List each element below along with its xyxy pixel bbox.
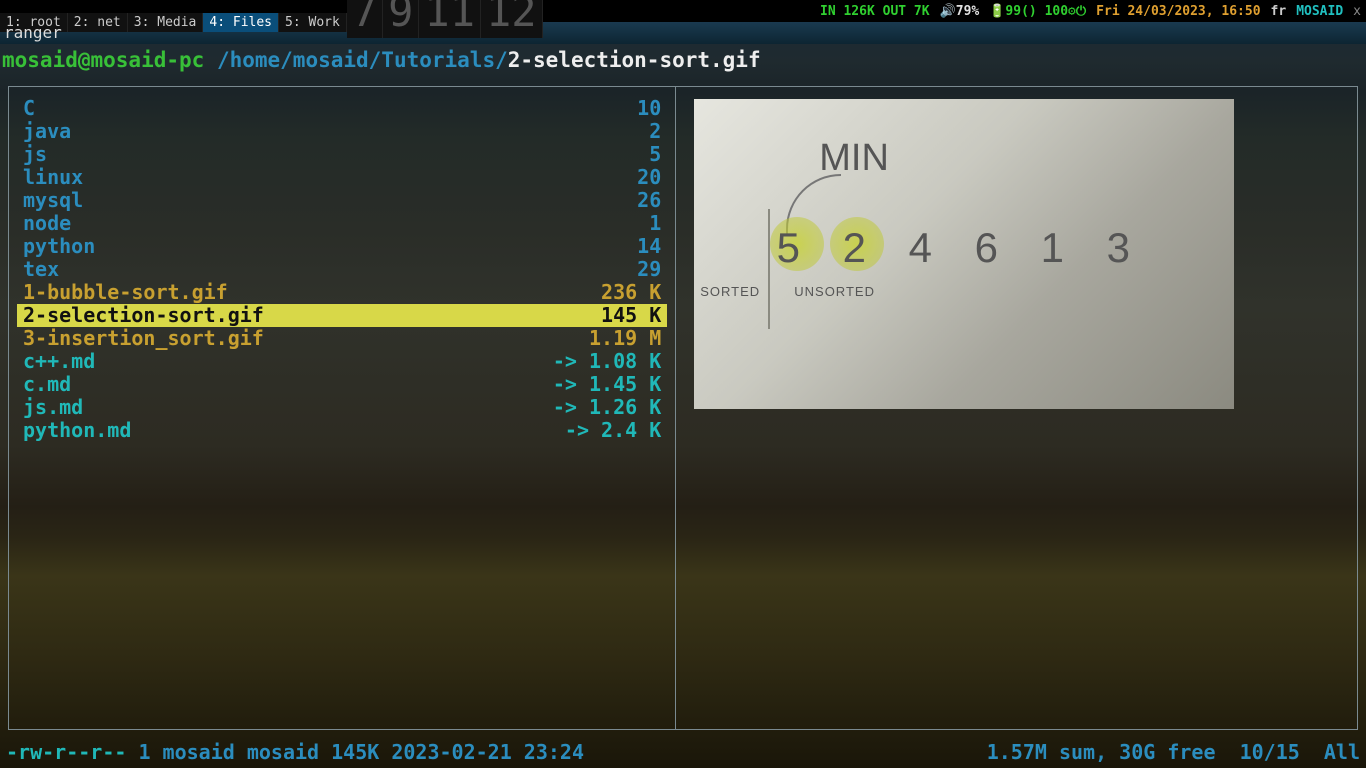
file-row[interactable]: c++.md-> 1.08 K [17,350,667,373]
net-status: IN 126K OUT 7K [815,4,935,19]
file-row[interactable]: java2 [17,120,667,143]
file-size: 2 [649,120,661,143]
path: /home/mosaid/Tutorials/ [204,48,507,72]
preview-image: MIN 524613 SORTED UNSORTED [694,99,1234,409]
workspace-tab[interactable]: 2: net [68,13,128,32]
battery-status: 🔋99() 100⚙⏻ [984,4,1091,19]
file-size: -> 2.4 K [565,419,661,442]
workspace-tab[interactable]: 11 [419,0,481,38]
workspace-tab[interactable]: 3: Media [128,13,204,32]
file-name: js.md [23,396,553,419]
file-name: java [23,120,649,143]
file-name: node [23,212,649,235]
file-name: python [23,235,637,258]
file-name: 1-bubble-sort.gif [23,281,601,304]
file-size: 20 [637,166,661,189]
file-size: 29 [637,258,661,281]
datetime: Fri 24/03/2023, 16:50 [1091,4,1265,19]
file-row[interactable]: linux20 [17,166,667,189]
ranger-panes: C10 java2 js5 linux20 mysql26 node1 pyth… [8,86,1358,730]
file-row[interactable]: c.md-> 1.45 K [17,373,667,396]
workspace-tab[interactable]: 9 [383,0,419,38]
file-name: C [23,97,637,120]
file-name: js [23,143,649,166]
file-name: c.md [23,373,553,396]
file-size: 10 [637,97,661,120]
keyboard-layout: fr [1266,4,1292,19]
file-row[interactable]: mysql26 [17,189,667,212]
file-row[interactable]: js5 [17,143,667,166]
current-file: 2-selection-sort.gif [508,48,761,72]
file-size: 14 [637,235,661,258]
userhost: mosaid@mosaid-pc [2,48,204,72]
unsorted-label: UNSORTED [794,284,875,299]
workspace-tab[interactable]: 12 [481,0,543,38]
preview-pane: MIN 524613 SORTED UNSORTED [676,87,1357,729]
file-row[interactable]: 1-bubble-sort.gif236 K [17,281,667,304]
volume-status: 🔊79% [935,4,985,19]
array-element: 1 [1030,224,1074,272]
workspace-list: 1: root2: net3: Media4: Files5: Work7911… [0,0,543,36]
file-size: 1 [649,212,661,235]
file-info: 1 mosaid mosaid 145K 2023-02-21 23:24 [126,740,584,764]
file-size: -> 1.08 K [553,350,661,373]
file-row[interactable]: 2-selection-sort.gif145 K [17,304,667,327]
file-size: 1.19 M [589,327,661,350]
hostname: MOSAID [1291,4,1348,19]
workspace-tab[interactable]: 5: Work [279,13,347,32]
file-row[interactable]: C10 [17,97,667,120]
file-size: 5 [649,143,661,166]
file-permissions: -rw-r--r-- [6,740,126,764]
status-bar: 1: root2: net3: Media4: Files5: Work7911… [0,0,1366,22]
array-element: 2 [832,224,876,272]
file-row[interactable]: python.md-> 2.4 K [17,419,667,442]
file-size: -> 1.45 K [553,373,661,396]
file-name: 2-selection-sort.gif [23,304,601,327]
array-element: 4 [898,224,942,272]
array-element: 5 [766,224,810,272]
workspace-tab[interactable]: 7 [347,0,383,38]
file-name: linux [23,166,637,189]
file-name: tex [23,258,637,281]
workspace-tab[interactable]: 4: Files [203,13,279,32]
ranger-path: mosaid@mosaid-pc /home/mosaid/Tutorials/… [0,44,1366,80]
file-row[interactable]: js.md-> 1.26 K [17,396,667,419]
file-size: 236 K [601,281,661,304]
file-size: 145 K [601,304,661,327]
file-row[interactable]: tex29 [17,258,667,281]
file-size: 26 [637,189,661,212]
file-row[interactable]: 3-insertion_sort.gif1.19 M [17,327,667,350]
summary-info: 1.57M sum, 30G free 10/15 All [987,740,1360,764]
close-icon[interactable]: x [1348,4,1366,19]
sorted-label: SORTED [700,284,760,299]
array-element: 3 [1096,224,1140,272]
file-name: 3-insertion_sort.gif [23,327,589,350]
ranger-status-line: -rw-r--r-- 1 mosaid mosaid 145K 2023-02-… [0,740,1366,764]
file-name: c++.md [23,350,553,373]
file-name: python.md [23,419,565,442]
file-name: mysql [23,189,637,212]
file-row[interactable]: node1 [17,212,667,235]
file-row[interactable]: python14 [17,235,667,258]
array-element: 6 [964,224,1008,272]
number-sequence: 524613 [766,224,1140,272]
file-list-pane[interactable]: C10 java2 js5 linux20 mysql26 node1 pyth… [9,87,676,729]
min-label: MIN [819,137,889,180]
file-size: -> 1.26 K [553,396,661,419]
